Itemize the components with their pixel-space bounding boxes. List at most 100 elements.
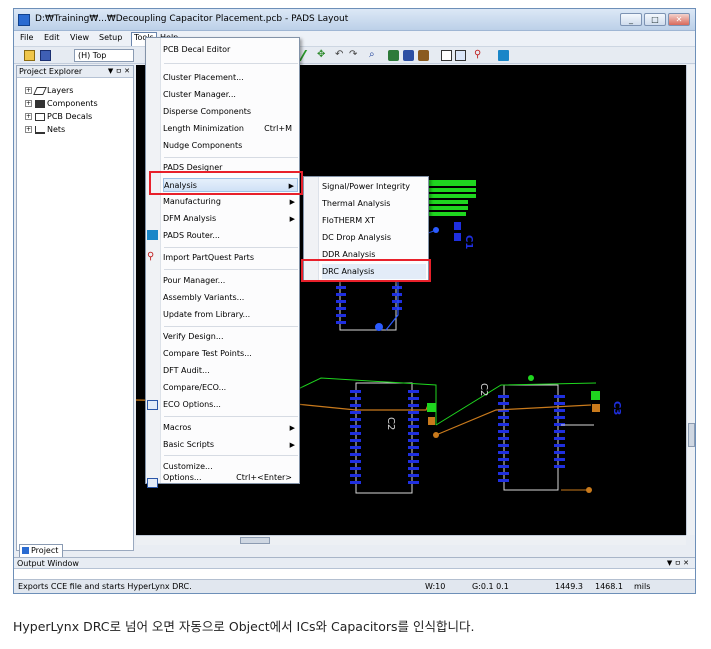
- tree-item-components[interactable]: + Components: [25, 99, 98, 108]
- components-icon: [35, 99, 45, 108]
- scroll-thumb[interactable]: [688, 423, 695, 447]
- menu-item-compare-eco[interactable]: Compare/ECO...: [163, 381, 298, 395]
- window-title: D:₩Training₩...₩Decoupling Capacitor Pla…: [35, 14, 349, 24]
- submenu-item-flotherm-xt[interactable]: FloTHERM XT: [322, 213, 426, 228]
- trace: [435, 382, 597, 426]
- trace: [295, 377, 437, 425]
- route-icon[interactable]: [298, 50, 317, 61]
- brush-icon[interactable]: [418, 50, 429, 61]
- layer-icon[interactable]: [388, 50, 399, 61]
- vertical-scrollbar[interactable]: [686, 65, 695, 535]
- ic-outline-lower-left: [355, 382, 413, 494]
- via: [528, 375, 534, 381]
- expand-icon[interactable]: +: [25, 113, 32, 120]
- menu-item-import-partquest[interactable]: Import PartQuest Parts: [163, 251, 298, 265]
- expand-icon[interactable]: +: [25, 126, 32, 133]
- explorer-controls[interactable]: ▼ ㅁ ✕: [108, 66, 130, 77]
- title-bar: D:₩Training₩...₩Decoupling Capacitor Pla…: [14, 9, 695, 31]
- status-units: mils: [634, 582, 651, 591]
- menu-item-cluster-manager[interactable]: Cluster Manager...: [163, 88, 298, 102]
- move-icon[interactable]: ✥: [317, 50, 328, 61]
- menu-separator: [164, 157, 298, 158]
- menu-file[interactable]: File: [20, 33, 33, 42]
- ref-c3: C3: [611, 401, 622, 415]
- open-icon[interactable]: [24, 50, 35, 61]
- partquest-icon: ⚲: [147, 251, 155, 262]
- menu-item-pads-router[interactable]: PADS Router...: [163, 229, 298, 243]
- submenu-arrow-icon: ▶: [289, 441, 295, 449]
- menu-edit[interactable]: Edit: [44, 33, 60, 42]
- submenu-arrow-icon: ▶: [289, 215, 295, 223]
- expand-icon[interactable]: +: [25, 100, 32, 107]
- nets-icon: [35, 125, 45, 134]
- tools-menu: PCB Decal Editor Cluster Placement... Cl…: [145, 37, 300, 484]
- menu-separator: [164, 326, 298, 327]
- menu-item-nudge-components[interactable]: Nudge Components: [163, 139, 298, 153]
- menu-item-dfm-analysis[interactable]: DFM Analysis ▶: [163, 212, 298, 226]
- menu-separator: [164, 416, 298, 417]
- ref-c2-b: C2: [478, 383, 489, 396]
- status-bar: Exports CCE file and starts HyperLynx DR…: [14, 579, 695, 593]
- status-grid: G:0.1 0.1: [472, 582, 509, 591]
- menu-item-update-from-library[interactable]: Update from Library...: [163, 308, 298, 322]
- status-message: Exports CCE file and starts HyperLynx DR…: [18, 582, 192, 591]
- menu-item-cluster-placement[interactable]: Cluster Placement...: [163, 71, 298, 85]
- scroll-thumb[interactable]: [240, 537, 270, 544]
- zoom-icon[interactable]: ⌕: [369, 50, 380, 61]
- pad: [428, 417, 435, 425]
- menu-item-options[interactable]: Options... Ctrl+<Enter>: [163, 471, 298, 485]
- highlight-drc-analysis: [301, 259, 431, 282]
- partquest-icon[interactable]: ⚲: [474, 50, 485, 61]
- layers-icon: [33, 86, 47, 95]
- expand-icon[interactable]: +: [25, 87, 32, 94]
- output-window-title: Output Window: [17, 559, 79, 568]
- menu-item-macros[interactable]: Macros ▶: [163, 421, 298, 435]
- save-icon[interactable]: [40, 50, 51, 61]
- layer-select[interactable]: (H) Top: [74, 49, 134, 62]
- tree-item-pcb-decals[interactable]: + PCB Decals: [25, 112, 92, 121]
- tree-item-layers[interactable]: + Layers: [25, 86, 73, 95]
- menu-item-dft-audit[interactable]: DFT Audit...: [163, 364, 298, 378]
- submenu-item-dc-drop-analysis[interactable]: DC Drop Analysis: [322, 230, 426, 245]
- minimize-button[interactable]: _: [620, 13, 642, 26]
- menu-item-pour-manager[interactable]: Pour Manager...: [163, 274, 298, 288]
- decals-icon: [35, 112, 45, 121]
- menu-item-basic-scripts[interactable]: Basic Scripts ▶: [163, 438, 298, 452]
- board-icon[interactable]: [455, 50, 466, 61]
- menu-item-disperse-components[interactable]: Disperse Components: [163, 105, 298, 119]
- color-icon[interactable]: [403, 50, 414, 61]
- ic-outline-lower-right: [503, 384, 559, 491]
- view-icon[interactable]: [441, 50, 452, 61]
- menu-item-verify-design[interactable]: Verify Design...: [163, 330, 298, 344]
- highlight-analysis: [149, 171, 303, 195]
- menu-item-length-minimization[interactable]: Length Minimization Ctrl+M: [163, 122, 298, 136]
- submenu-item-signal-power-integrity[interactable]: Signal/Power Integrity: [322, 179, 426, 194]
- menu-separator: [164, 269, 298, 270]
- output-window-controls[interactable]: ▼ ㅁ ✕: [667, 558, 689, 569]
- menu-item-pcb-decal-editor[interactable]: PCB Decal Editor: [163, 43, 298, 57]
- maximize-button[interactable]: □: [644, 13, 666, 26]
- horizontal-scrollbar[interactable]: [136, 535, 686, 545]
- menu-item-assembly-variants[interactable]: Assembly Variants...: [163, 291, 298, 305]
- menu-view[interactable]: View: [70, 33, 89, 42]
- ref-c2: C2: [385, 417, 396, 430]
- status-width: W:10: [425, 582, 446, 591]
- tree-item-nets[interactable]: + Nets: [25, 125, 65, 134]
- status-y: 1468.1: [595, 582, 623, 591]
- redo-icon[interactable]: ↷: [349, 50, 360, 61]
- router-icon[interactable]: [498, 50, 509, 61]
- project-tab[interactable]: Project: [19, 544, 63, 558]
- menu-item-eco-options[interactable]: ECO Options...: [163, 398, 298, 412]
- menu-bar: File Edit View Setup Tools Help: [14, 31, 695, 46]
- via: [375, 323, 383, 331]
- close-button[interactable]: ✕: [668, 13, 690, 26]
- app-window: D:₩Training₩...₩Decoupling Capacitor Pla…: [13, 8, 696, 594]
- submenu-item-thermal-analysis[interactable]: Thermal Analysis: [322, 196, 426, 211]
- menu-separator: [164, 247, 298, 248]
- menu-item-compare-test-points[interactable]: Compare Test Points...: [163, 347, 298, 361]
- options-icon: [147, 478, 158, 488]
- menu-item-manufacturing[interactable]: Manufacturing ▶: [163, 195, 298, 209]
- undo-icon[interactable]: ↶: [335, 50, 346, 61]
- menu-setup[interactable]: Setup: [99, 33, 122, 42]
- explorer-title: Project Explorer: [19, 67, 83, 76]
